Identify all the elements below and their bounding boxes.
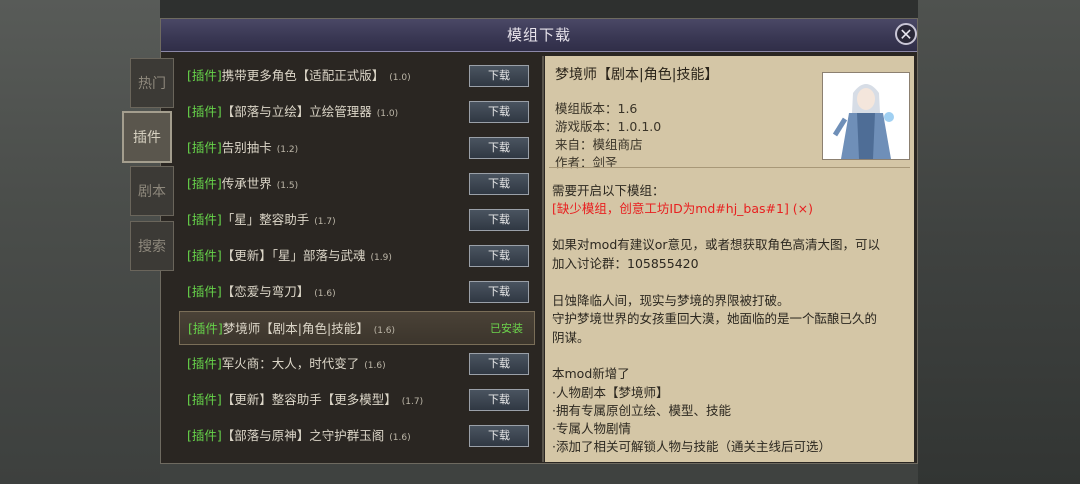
download-button[interactable]: 下载 bbox=[469, 281, 529, 303]
download-button[interactable]: 下载 bbox=[469, 245, 529, 267]
detail-title: 梦境师【剧本|角色|技能】 bbox=[555, 67, 719, 83]
download-button[interactable]: 下载 bbox=[469, 425, 529, 447]
detail-line: ·拥有专属原创立绘、模型、技能 bbox=[552, 403, 731, 418]
mod-version: 模组版本：1.6 bbox=[555, 101, 638, 116]
download-button[interactable]: 下载 bbox=[469, 65, 529, 87]
download-button[interactable]: 下载 bbox=[469, 173, 529, 195]
list-item[interactable]: [插件]【部落与立绘】立绘管理器 (1.0) 下载 bbox=[179, 95, 535, 129]
installed-label: 已安装 bbox=[490, 322, 523, 335]
tab-scripts[interactable]: 剧本 bbox=[130, 166, 174, 216]
list-item[interactable]: [插件]【更新】整容助手【更多模型】 (1.7) 下载 bbox=[179, 383, 535, 417]
character-portrait bbox=[822, 72, 910, 160]
tab-hot[interactable]: 热门 bbox=[130, 58, 174, 108]
missing-mod-warning: [缺少模组，创意工坊ID为md#hj_bas#1] (×) bbox=[552, 201, 814, 216]
detail-separator bbox=[549, 167, 910, 168]
list-item-selected[interactable]: [插件]梦境师【剧本|角色|技能】 (1.6) 已安装 bbox=[179, 311, 535, 345]
detail-line: 本mod新增了 bbox=[552, 366, 630, 381]
list-item[interactable]: [插件]【部落与原神】之守护群玉阁 (1.6) 下载 bbox=[179, 419, 535, 453]
detail-line: 如果对mod有建议or意见，或者想获取角色高清大图，可以 bbox=[552, 237, 881, 252]
mod-author: 作者：剑圣 bbox=[555, 155, 618, 170]
mod-list[interactable]: [插件]携带更多角色【适配正式版】 (1.0) 下载 [插件]【部落与立绘】立绘管… bbox=[179, 58, 540, 460]
detail-line: 加入讨论群：105855420 bbox=[552, 256, 699, 271]
mod-detail-panel[interactable]: 梦境师【剧本|角色|技能】 模组版本：1.6 游戏版本：1.0.1.0 来自：模… bbox=[545, 56, 914, 462]
list-item[interactable]: [插件]「星」整容助手 (1.7) 下载 bbox=[179, 203, 535, 237]
download-button[interactable]: 下载 bbox=[469, 389, 529, 411]
list-item[interactable]: [插件]【恋爱与弯刀】 (1.6) 下载 bbox=[179, 275, 535, 309]
game-version: 游戏版本：1.0.1.0 bbox=[555, 119, 662, 134]
list-item[interactable]: [插件]军火商：大人，时代变了 (1.6) 下载 bbox=[179, 347, 535, 381]
detail-line: ·添加了相关可解锁人物与技能（通关主线后可选） bbox=[552, 439, 831, 454]
tab-search[interactable]: 搜索 bbox=[130, 221, 174, 271]
mod-source: 来自：模组商店 bbox=[555, 137, 643, 152]
detail-line: ·专属人物剧情 bbox=[552, 421, 631, 436]
download-button[interactable]: 下载 bbox=[469, 101, 529, 123]
panel-divider bbox=[542, 56, 544, 462]
detail-line: 日蚀降临人间，现实与梦境的界限被打破。 bbox=[552, 293, 790, 308]
list-item[interactable]: [插件]携带更多角色【适配正式版】 (1.0) 下载 bbox=[179, 59, 535, 93]
close-icon[interactable]: ✕ bbox=[895, 23, 917, 45]
detail-line: 守护梦境世界的女孩重回大漠，她面临的是一个酝酿已久的 bbox=[552, 311, 878, 326]
download-button[interactable]: 下载 bbox=[469, 353, 529, 375]
list-item[interactable]: [插件]告别抽卡 (1.2) 下载 bbox=[179, 131, 535, 165]
list-item[interactable]: [插件]【更新】「星」部落与武魂 (1.9) 下载 bbox=[179, 239, 535, 273]
tab-plugins[interactable]: 插件 bbox=[122, 111, 172, 163]
download-button[interactable]: 下载 bbox=[469, 137, 529, 159]
dialog-title: 模组下载 bbox=[506, 26, 571, 44]
dialog-titlebar: 模组下载 ✕ bbox=[161, 19, 917, 52]
detail-line: 阴谋。 bbox=[552, 330, 590, 345]
background-right bbox=[918, 0, 1080, 484]
detail-line: ·人物剧本【梦境师】 bbox=[552, 385, 669, 400]
download-button[interactable]: 下载 bbox=[469, 209, 529, 231]
detail-line: 需要开启以下模组： bbox=[552, 183, 665, 198]
list-item[interactable]: [插件]传承世界 (1.5) 下载 bbox=[179, 167, 535, 201]
